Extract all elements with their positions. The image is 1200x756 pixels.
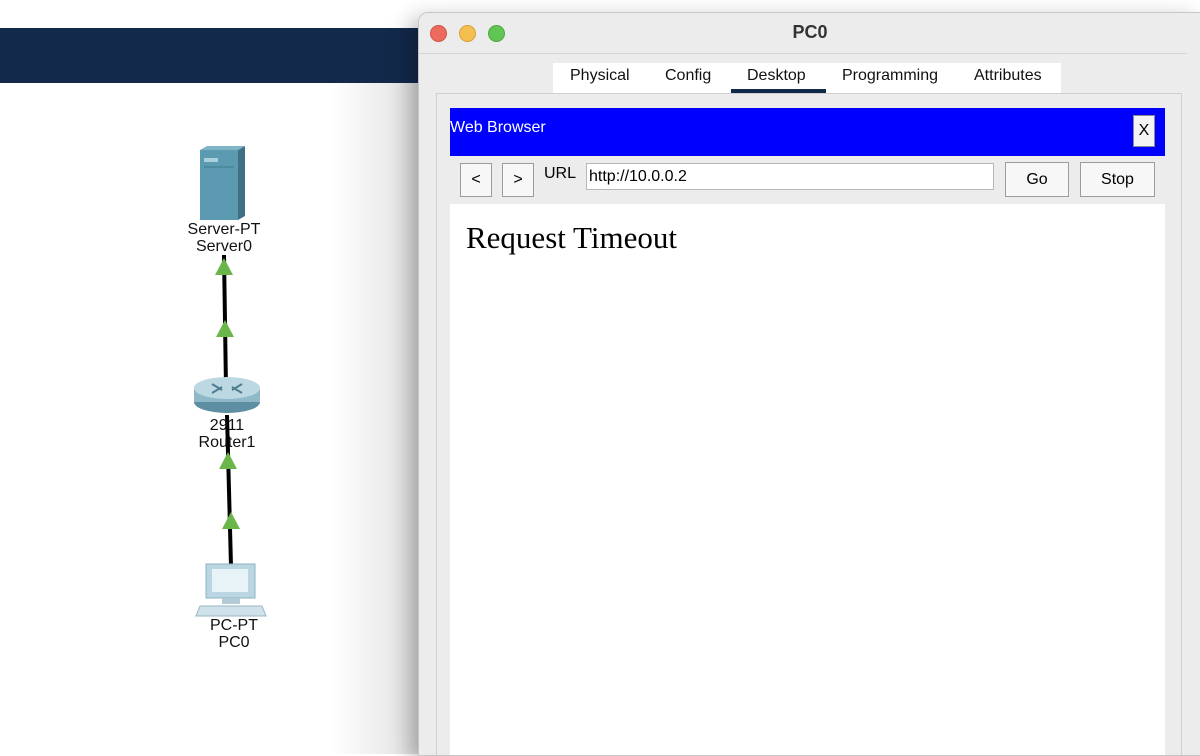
url-input[interactable] — [586, 163, 994, 190]
browser-close-button[interactable]: X — [1133, 115, 1155, 147]
server-label: Server-PT Server0 — [164, 221, 284, 255]
server-model-label: Server-PT — [187, 221, 261, 238]
url-label: URL — [544, 165, 577, 182]
web-browser-titlebar: Web Browser X — [450, 108, 1165, 156]
go-button[interactable]: Go — [1005, 162, 1069, 197]
window-title: PC0 — [792, 22, 828, 42]
tab-programming[interactable]: Programming — [842, 67, 938, 85]
page-content-text: Request Timeout — [466, 220, 678, 255]
link-status-up-icon — [215, 258, 233, 275]
tab-desktop[interactable]: Desktop — [747, 67, 806, 85]
tab-config[interactable]: Config — [665, 67, 711, 85]
tab-attributes[interactable]: Attributes — [974, 67, 1042, 85]
pc-label: PC-PT PC0 — [174, 617, 294, 651]
device-window: PC0 Physical Config Desktop Programming … — [418, 12, 1200, 756]
pc-name-label: PC0 — [218, 634, 250, 651]
forward-button[interactable]: > — [502, 163, 534, 197]
browser-content-area[interactable]: Request Timeout — [450, 204, 1165, 755]
pc-icon[interactable] — [195, 563, 267, 617]
server-icon[interactable] — [200, 146, 245, 220]
router-name-label: Router1 — [198, 434, 256, 451]
window-right-edge — [1187, 53, 1200, 755]
router-label: 2911 Router1 — [167, 417, 287, 451]
back-button[interactable]: < — [460, 163, 492, 197]
tab-bar: Physical Config Desktop Programming Attr… — [553, 63, 1061, 93]
browser-navigation-bar: < > URL Go Stop — [450, 156, 1165, 204]
web-browser-title: Web Browser — [450, 119, 546, 136]
tab-physical[interactable]: Physical — [570, 67, 630, 85]
router-icon[interactable] — [194, 377, 260, 413]
link-status-up-icon — [219, 452, 237, 469]
router-model-label: 2911 — [209, 417, 245, 434]
server-name-label: Server0 — [195, 238, 253, 255]
window-titlebar[interactable]: PC0 — [419, 13, 1200, 54]
pc-model-label: PC-PT — [210, 617, 258, 634]
link-status-up-icon — [216, 320, 234, 337]
link-status-up-icon — [222, 512, 240, 529]
stop-button[interactable]: Stop — [1080, 162, 1155, 197]
